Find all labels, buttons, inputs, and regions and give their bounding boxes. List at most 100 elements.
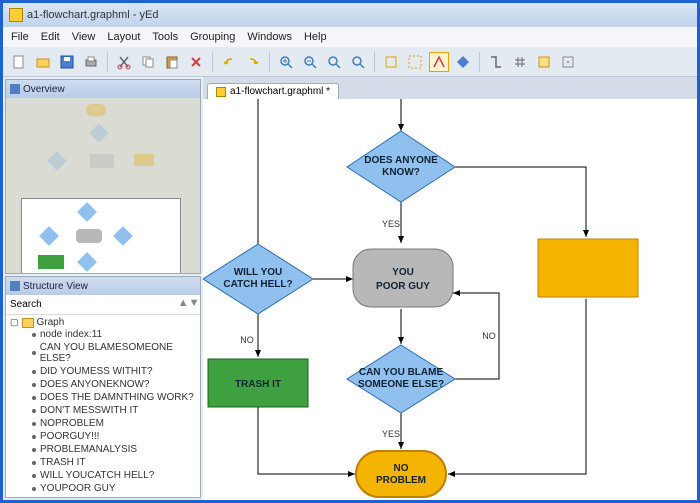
menu-tools[interactable]: Tools: [152, 31, 178, 43]
svg-text:SOMEONE ELSE?: SOMEONE ELSE?: [358, 379, 444, 390]
zoom-out-button[interactable]: [300, 52, 320, 72]
structure-panel: Structure View Search ▲ ▼ ▢ Graph node i…: [5, 276, 201, 498]
grid-button[interactable]: [510, 52, 530, 72]
tree-item[interactable]: WILL YOUCATCH HELL?: [10, 469, 196, 482]
undo-button[interactable]: [219, 52, 239, 72]
editor-area: a1-flowchart.graphml * YES NO: [203, 77, 697, 500]
tree-root-label: Graph: [37, 317, 65, 328]
tree-item-label: node index:11: [40, 329, 102, 340]
canvas[interactable]: YES NO NO YES DOES ANYONE KNOW? WILL YOU…: [203, 99, 697, 500]
bullet-icon: [32, 474, 36, 478]
bullet-icon: [32, 409, 36, 413]
tab-label: a1-flowchart.graphml *: [230, 86, 330, 97]
tree-item[interactable]: DOES ANYONEKNOW?: [10, 378, 196, 391]
paste-button[interactable]: [162, 52, 182, 72]
overview-title: Overview: [23, 84, 65, 95]
tree-item[interactable]: CAN YOU BLAMESOMEONE ELSE?: [10, 341, 196, 365]
zoom-1-button[interactable]: [348, 52, 368, 72]
menu-grouping[interactable]: Grouping: [190, 31, 235, 43]
panel-icon: [10, 281, 20, 291]
nav-mode-button[interactable]: [453, 52, 473, 72]
menubar: File Edit View Layout Tools Grouping Win…: [3, 27, 697, 47]
svg-text:PROBLEM: PROBLEM: [376, 475, 426, 486]
tree-item[interactable]: NOPROBLEM: [10, 417, 196, 430]
svg-text:CATCH HELL?: CATCH HELL?: [223, 279, 292, 290]
bullet-icon: [32, 396, 36, 400]
svg-text:YOU: YOU: [392, 267, 414, 278]
menu-edit[interactable]: Edit: [41, 31, 60, 43]
tree-item[interactable]: PROBLEMANALYSIS: [10, 443, 196, 456]
menu-help[interactable]: Help: [304, 31, 327, 43]
tree-item[interactable]: node index:11: [10, 328, 196, 341]
search-input[interactable]: [46, 297, 178, 313]
file-icon: [216, 87, 226, 97]
edge-yes2: YES: [382, 429, 400, 439]
bullet-icon: [32, 351, 36, 355]
bullet-icon: [32, 448, 36, 452]
edit-mode-button[interactable]: [429, 52, 449, 72]
menu-layout[interactable]: Layout: [107, 31, 140, 43]
snap-button[interactable]: [534, 52, 554, 72]
more-button[interactable]: [558, 52, 578, 72]
tree-item-label: DOES THE DAMNTHING WORK?: [40, 392, 194, 403]
new-button[interactable]: [9, 52, 29, 72]
tree-item[interactable]: DOES THE DAMNTHING WORK?: [10, 391, 196, 404]
tree-item[interactable]: DID YOUMESS WITHIT?: [10, 365, 196, 378]
node-you-poor-guy[interactable]: [353, 249, 453, 307]
print-button[interactable]: [81, 52, 101, 72]
tree-root[interactable]: ▢ Graph: [10, 317, 196, 328]
orthogonal-button[interactable]: [486, 52, 506, 72]
tree-item-label: YOUPOOR GUY: [40, 483, 116, 494]
delete-button[interactable]: [186, 52, 206, 72]
overview-body[interactable]: [6, 98, 200, 273]
tree[interactable]: ▢ Graph node index:11 CAN YOU BLAMESOMEON…: [6, 315, 200, 497]
bullet-icon: [32, 422, 36, 426]
toolbar: [3, 47, 697, 77]
open-button[interactable]: [33, 52, 53, 72]
copy-button[interactable]: [138, 52, 158, 72]
structure-header[interactable]: Structure View: [6, 277, 200, 295]
bullet-icon: [32, 435, 36, 439]
zoom-in-button[interactable]: [276, 52, 296, 72]
window-title: a1-flowchart.graphml - yEd: [27, 9, 158, 21]
tree-item[interactable]: POORGUY!!!: [10, 430, 196, 443]
cut-button[interactable]: [114, 52, 134, 72]
node-new-orange[interactable]: [538, 239, 638, 297]
node-no-problem[interactable]: [356, 451, 446, 497]
bullet-icon: [32, 383, 36, 387]
svg-text:TRASH IT: TRASH IT: [235, 379, 281, 390]
overview-header[interactable]: Overview: [6, 80, 200, 98]
menu-file[interactable]: File: [11, 31, 29, 43]
edge-no2: NO: [482, 331, 496, 341]
menu-view[interactable]: View: [72, 31, 96, 43]
bullet-icon: [32, 487, 36, 491]
tree-item[interactable]: DON'T MESSWITH IT: [10, 404, 196, 417]
search-next-button[interactable]: ▼: [189, 297, 200, 313]
save-button[interactable]: [57, 52, 77, 72]
tab-file[interactable]: a1-flowchart.graphml *: [207, 83, 339, 99]
tree-item-label: DOES ANYONEKNOW?: [40, 379, 149, 390]
menu-windows[interactable]: Windows: [247, 31, 292, 43]
search-prev-button[interactable]: ▲: [178, 297, 189, 313]
tree-item-label: POORGUY!!!: [40, 431, 99, 442]
search-row: Search ▲ ▼: [6, 295, 200, 315]
overview-panel: Overview: [5, 79, 201, 274]
fit-content-button[interactable]: [381, 52, 401, 72]
tree-item-label: CAN YOU BLAMESOMEONE ELSE?: [40, 342, 196, 364]
edge-no1: NO: [240, 335, 254, 345]
select-mode-button[interactable]: [405, 52, 425, 72]
titlebar: a1-flowchart.graphml - yEd: [3, 3, 697, 27]
tree-item-label: WILL YOUCATCH HELL?: [40, 470, 154, 481]
flowchart-svg: YES NO NO YES DOES ANYONE KNOW? WILL YOU…: [203, 99, 693, 500]
overview-viewport[interactable]: [21, 198, 181, 273]
tree-item-label: DON'T MESSWITH IT: [40, 405, 138, 416]
svg-text:CAN YOU BLAME: CAN YOU BLAME: [359, 367, 444, 378]
svg-text:POOR GUY: POOR GUY: [376, 281, 430, 292]
edge-yes1: YES: [382, 219, 400, 229]
redo-button[interactable]: [243, 52, 263, 72]
tree-item-label: DID YOUMESS WITHIT?: [40, 366, 153, 377]
search-label: Search: [10, 299, 42, 310]
tree-item[interactable]: YOUPOOR GUY: [10, 482, 196, 495]
zoom-fit-button[interactable]: [324, 52, 344, 72]
tree-item[interactable]: TRASH IT: [10, 456, 196, 469]
